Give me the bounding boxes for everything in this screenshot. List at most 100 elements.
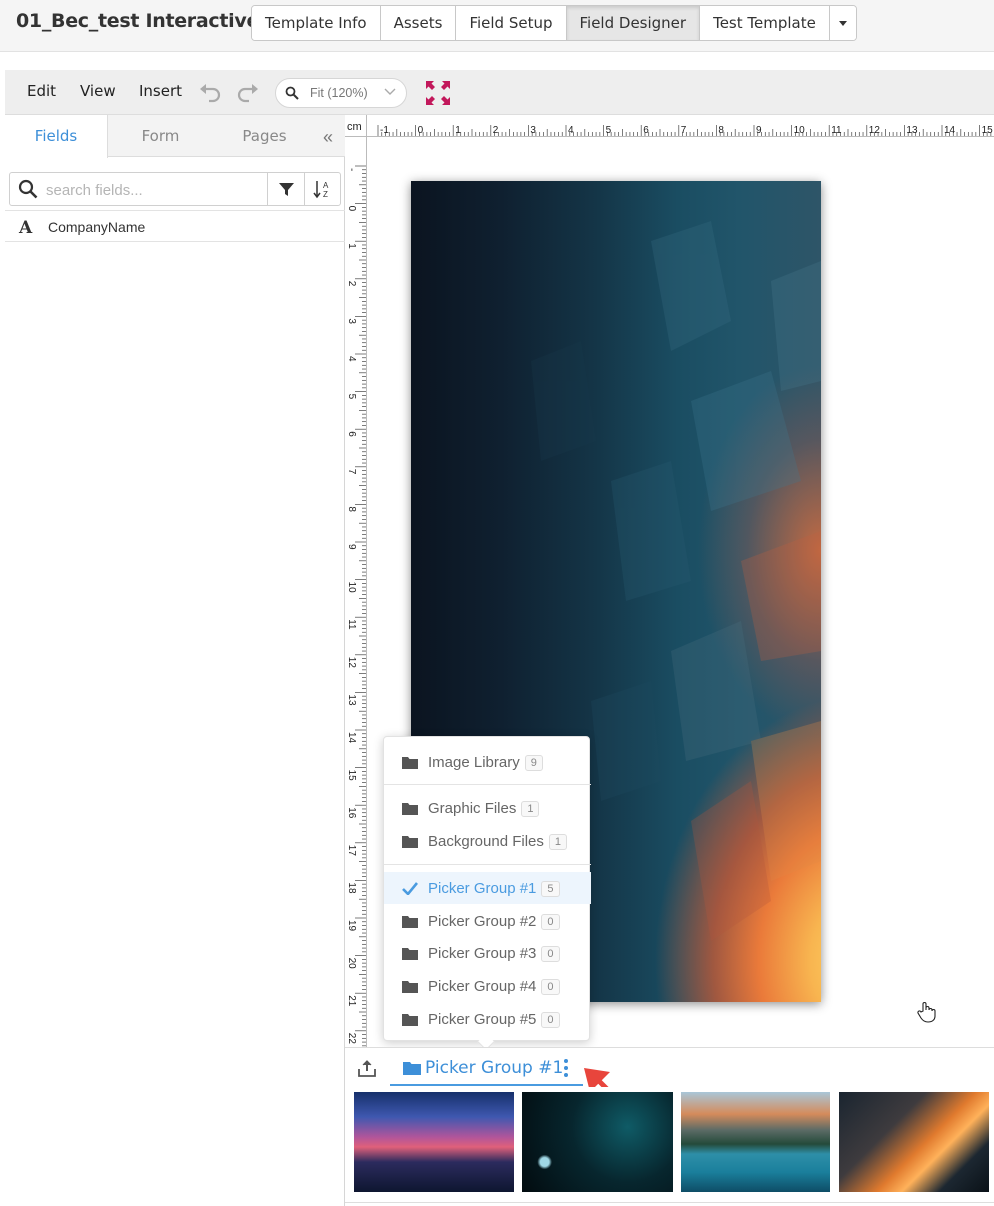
ruler-label: 7 xyxy=(346,469,357,475)
tab-field-setup[interactable]: Field Setup xyxy=(456,6,567,40)
count-badge: 0 xyxy=(541,1012,560,1028)
field-item[interactable]: A CompanyName xyxy=(5,210,345,242)
zoom-select[interactable]: Fit (120%) xyxy=(275,78,407,108)
dropdown-item-label: Picker Group #2 xyxy=(428,913,537,930)
tab-fields[interactable]: Fields xyxy=(5,115,108,158)
ruler-label: 12 xyxy=(346,657,357,669)
dropdown-item-label: Image Library xyxy=(428,754,520,771)
sort-az-icon: A Z xyxy=(313,181,329,199)
active-group-label: Picker Group #1 xyxy=(425,1058,564,1078)
menu-view[interactable]: View xyxy=(80,82,116,100)
main-tabs: Template Info Assets Field Setup Field D… xyxy=(251,5,857,41)
dropdown-item-label: Picker Group #5 xyxy=(428,1011,537,1028)
dropdown-divider xyxy=(384,784,591,785)
ruler-unit: cm xyxy=(347,121,362,133)
city-sunset-thumbnail[interactable] xyxy=(354,1092,514,1192)
count-badge: 0 xyxy=(541,979,560,995)
dropdown-item-graphic-files[interactable]: Graphic Files 1 xyxy=(384,792,591,824)
filter-button[interactable] xyxy=(267,173,304,205)
dropdown-item-image-library[interactable]: Image Library 9 xyxy=(384,746,591,778)
search-icon xyxy=(18,179,38,199)
ruler-label: 10 xyxy=(346,582,357,594)
count-badge: 1 xyxy=(548,834,568,850)
dropdown-item-picker-group-5[interactable]: Picker Group #5 0 xyxy=(384,1003,591,1035)
tab-test-template[interactable]: Test Template xyxy=(700,6,830,40)
dropdown-item-picker-group-2[interactable]: Picker Group #2 0 xyxy=(384,905,591,937)
kebab-menu-icon[interactable] xyxy=(564,1059,568,1080)
ruler-label: 9 xyxy=(756,125,762,136)
ruler-label: 16 xyxy=(346,807,357,819)
ruler-label: 8 xyxy=(346,506,357,512)
ruler-label: 1 xyxy=(455,125,461,136)
tab-template-info[interactable]: Template Info xyxy=(252,6,381,40)
collapse-panel-icon[interactable]: « xyxy=(323,127,333,148)
menu-edit[interactable]: Edit xyxy=(27,82,56,100)
search-input[interactable] xyxy=(46,179,261,201)
svg-text:A: A xyxy=(323,181,329,190)
tab-assets[interactable]: Assets xyxy=(380,6,457,40)
active-group-tab[interactable]: Picker Group #1 xyxy=(390,1048,583,1086)
panel-tabs: Fields Form Pages « xyxy=(5,115,345,158)
expand-icon[interactable] xyxy=(425,80,451,106)
ruler-label: 4 xyxy=(568,125,574,136)
ruler-label: 11 xyxy=(346,619,357,630)
ruler-label: 11 xyxy=(831,125,842,136)
ruler-label: 12 xyxy=(869,125,881,136)
ruler-label: 3 xyxy=(530,125,536,136)
ruler-label: 2 xyxy=(346,281,357,287)
night-city-thumbnail[interactable] xyxy=(522,1092,673,1192)
count-badge: 1 xyxy=(521,801,540,817)
dropdown-divider xyxy=(384,864,591,865)
tab-form[interactable]: Form xyxy=(109,115,212,157)
sort-button[interactable]: A Z xyxy=(304,173,341,205)
ruler-label: 4 xyxy=(346,356,357,362)
tab-pages[interactable]: Pages xyxy=(213,115,316,157)
ruler-label: 5 xyxy=(606,125,612,136)
tab-field-designer[interactable]: Field Designer xyxy=(566,6,701,40)
ruler-label: 17 xyxy=(346,845,357,857)
ruler-label: 0 xyxy=(346,206,357,212)
chevron-down-icon xyxy=(384,88,396,95)
filter-icon xyxy=(278,182,294,196)
redo-icon[interactable] xyxy=(234,81,260,105)
ruler-label: 14 xyxy=(944,125,956,136)
panel-bottom-border xyxy=(345,1202,994,1203)
dropdown-item-picker-group-3[interactable]: Picker Group #3 0 xyxy=(384,937,591,969)
ruler-top: -1 0 1 2 3 4 5 6 7 8 9 10 11 12 13 14 15 xyxy=(345,115,994,137)
top-header: 01_Bec_test Interactive Template Info As… xyxy=(0,0,994,52)
field-search: A Z xyxy=(9,172,341,206)
dropdown-item-picker-group-1[interactable]: Picker Group #1 5 xyxy=(384,872,591,904)
ruler-label: 10 xyxy=(794,125,806,136)
count-badge: 9 xyxy=(524,755,543,771)
dropdown-item-background-files[interactable]: Background Files 1 xyxy=(384,825,591,857)
ruler-label: 8 xyxy=(718,125,724,136)
undo-icon[interactable] xyxy=(198,81,224,105)
field-name: CompanyName xyxy=(48,219,146,235)
dropdown-item-label: Background Files xyxy=(428,833,544,850)
left-panel: Fields Form Pages « A Z A CompanyName xyxy=(5,115,345,1206)
folder-icon xyxy=(402,981,418,993)
skyscrapers-thumbnail[interactable] xyxy=(839,1092,989,1192)
ruler-label: 6 xyxy=(643,125,649,136)
ruler-label: 1 xyxy=(346,243,357,249)
asset-group-dropdown: Image Library 9 Graphic Files 1 Background… xyxy=(383,736,591,1051)
folder-icon xyxy=(402,948,418,960)
upload-icon[interactable] xyxy=(358,1059,376,1077)
image-panel-bar: Picker Group #1 xyxy=(345,1047,994,1087)
zoom-label: Fit (120%) xyxy=(310,86,368,100)
ruler-label: 13 xyxy=(906,125,918,136)
folder-icon xyxy=(402,836,418,848)
app-title: 01_Bec_test Interactive xyxy=(16,10,260,32)
menu-insert[interactable]: Insert xyxy=(139,82,182,100)
ruler-label: 22 xyxy=(346,1033,357,1045)
ruler-label: - xyxy=(346,168,357,171)
ruler-label: 20 xyxy=(346,958,357,970)
folder-icon xyxy=(402,1014,418,1026)
dropdown-item-picker-group-4[interactable]: Picker Group #4 0 xyxy=(384,970,591,1002)
tabs-more-button[interactable] xyxy=(829,6,856,40)
ruler-label: 19 xyxy=(346,920,357,932)
ruler-label: 13 xyxy=(346,694,357,706)
folder-icon xyxy=(402,757,418,769)
hand-cursor-icon xyxy=(917,1002,936,1023)
mountain-lake-thumbnail[interactable] xyxy=(681,1092,830,1192)
